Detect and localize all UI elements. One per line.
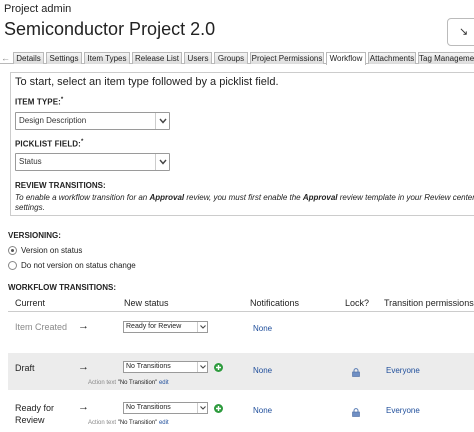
review-transitions-title: REVIEW TRANSITIONS: — [15, 181, 106, 190]
current-status: Ready for Review — [15, 403, 55, 425]
picklist-field-value: Status — [19, 157, 42, 166]
notifications-link[interactable]: None — [253, 406, 272, 415]
table-row: Draft → No Transitions Action text "No T… — [8, 353, 474, 390]
notifications-link[interactable]: None — [253, 324, 272, 333]
tab-workflow[interactable]: Workflow — [326, 52, 366, 65]
table-row: Item Created → Ready for Review None — [8, 315, 474, 341]
add-transition-icon[interactable] — [214, 404, 223, 413]
picklist-field-label: PICKLIST FIELD:* — [15, 139, 84, 149]
chevron-down-icon — [155, 113, 169, 129]
current-status: Item Created — [15, 322, 68, 332]
workflow-transitions-label: WORKFLOW TRANSITIONS: — [8, 283, 116, 292]
new-status-select[interactable]: Ready for Review — [123, 321, 208, 333]
tab-users[interactable]: Users — [184, 52, 212, 64]
header-divider — [8, 311, 474, 312]
no-version-label: Do not version on status change — [21, 261, 136, 270]
column-header-notifications: Notifications — [250, 298, 300, 308]
table-row: Ready for Review → No Transitions Action… — [8, 396, 474, 432]
edit-link[interactable]: edit — [159, 380, 169, 386]
version-on-status-label: Version on status — [21, 246, 83, 255]
tab-scroll-left-icon[interactable]: ← — [0, 52, 11, 64]
action-text: Action text "No Transition" edit — [88, 380, 169, 386]
chevron-down-icon — [155, 154, 169, 170]
chevron-down-icon — [197, 362, 207, 372]
tab-tag-management[interactable]: Tag Management — [418, 52, 474, 64]
arrow-right-icon: → — [78, 401, 89, 413]
new-status-value: No Transitions — [126, 363, 171, 370]
breadcrumb[interactable]: Project admin — [4, 3, 71, 15]
lock-icon[interactable] — [352, 408, 360, 417]
action-text: Action text "No Transition" edit — [88, 420, 169, 426]
tab-details[interactable]: Details — [13, 52, 44, 64]
edit-link[interactable]: edit — [159, 420, 169, 426]
permissions-link[interactable]: Everyone — [386, 406, 420, 415]
chevron-down-icon — [197, 322, 207, 332]
tab-item-types[interactable]: Item Types — [84, 52, 130, 64]
tab-project-permissions[interactable]: Project Permissions — [250, 52, 324, 64]
item-type-select[interactable]: Design Description — [15, 112, 170, 130]
chevron-down-icon — [197, 403, 207, 413]
tab-groups[interactable]: Groups — [214, 52, 248, 64]
tab-settings[interactable]: Settings — [46, 52, 82, 64]
new-status-select[interactable]: No Transitions — [123, 361, 208, 373]
notifications-link[interactable]: None — [253, 366, 272, 375]
tab-bar: ← Details Settings Item Types Release Li… — [0, 52, 474, 65]
review-transitions-note: To enable a workflow transition for an A… — [15, 193, 474, 212]
page-title: Semiconductor Project 2.0 — [4, 19, 216, 39]
title-action-button[interactable]: ↘ — [447, 18, 474, 46]
new-status-value: No Transitions — [126, 404, 171, 411]
current-status: Draft — [15, 363, 35, 373]
column-header-transition-permissions: Transition permissions — [384, 298, 474, 308]
versioning-label: VERSIONING: — [8, 231, 61, 240]
item-type-value: Design Description — [19, 116, 87, 125]
lock-icon[interactable] — [352, 368, 360, 377]
no-version-radio[interactable] — [8, 261, 17, 270]
add-transition-icon[interactable] — [214, 363, 223, 372]
arrow-right-icon: → — [78, 320, 89, 332]
tab-release-list[interactable]: Release List — [132, 52, 182, 64]
column-header-new-status: New status — [124, 298, 169, 308]
corner-arrow-icon: ↘ — [459, 26, 469, 38]
new-status-select[interactable]: No Transitions — [123, 402, 208, 414]
item-type-label: ITEM TYPE:* — [15, 97, 64, 107]
new-status-value: Ready for Review — [126, 323, 182, 330]
version-on-status-radio[interactable] — [8, 246, 17, 255]
permissions-link[interactable]: Everyone — [386, 366, 420, 375]
column-header-lock: Lock? — [345, 298, 370, 308]
picklist-field-select[interactable]: Status — [15, 153, 170, 171]
column-header-current: Current — [15, 298, 46, 308]
arrow-right-icon: → — [78, 361, 89, 373]
tab-attachments[interactable]: Attachments — [368, 52, 416, 64]
intro-text: To start, select an item type followed b… — [15, 76, 279, 88]
